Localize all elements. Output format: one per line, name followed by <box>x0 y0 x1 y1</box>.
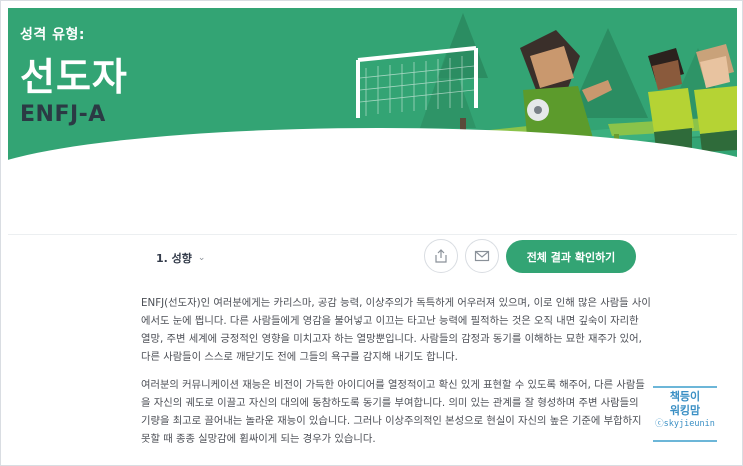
watermark: 책등이 워킹맘 ⓒskyjieunin <box>653 386 717 442</box>
hero-banner: 성격 유형: 선도자 ENFJ-A <box>8 8 737 170</box>
personality-type-label: 성격 유형: <box>20 27 85 43</box>
view-full-results-button[interactable]: 전체 결과 확인하기 <box>506 240 636 273</box>
description-paragraph: ENFJ(선도자)인 여러분에게는 카리스마, 공감 능력, 이상주의가 독특하… <box>141 297 651 363</box>
description-body: ENFJ(선도자)인 여러분에게는 카리스마, 공감 능력, 이상주의가 독특하… <box>141 294 651 458</box>
page-frame: 성격 유형: 선도자 ENFJ-A 1. 성향 ⌄ 전체 결과 확인하기 ENF… <box>0 0 743 466</box>
section-dropdown[interactable]: 1. 성향 ⌄ <box>156 250 205 266</box>
mail-icon <box>474 250 490 262</box>
email-button[interactable] <box>465 239 499 273</box>
section-toolbar: 1. 성향 ⌄ 전체 결과 확인하기 <box>8 234 737 280</box>
type-code: ENFJ-A <box>20 102 106 127</box>
watermark-line: 워킹맘 <box>669 404 701 417</box>
chevron-down-icon: ⌄ <box>197 253 206 263</box>
description-paragraph: 여러분의 커뮤니케이션 재능은 비전이 가득한 아이디어를 열정적이고 확신 있… <box>141 379 645 445</box>
share-icon <box>435 249 447 263</box>
share-button[interactable] <box>424 239 458 273</box>
section-dropdown-label: 1. 성향 <box>156 252 192 265</box>
watermark-line: 책등이 <box>669 390 701 403</box>
page-title: 선도자 <box>20 55 128 99</box>
player-figure <box>648 48 694 150</box>
watermark-line: ⓒskyjieunin <box>655 419 715 429</box>
player-figure <box>694 44 737 152</box>
